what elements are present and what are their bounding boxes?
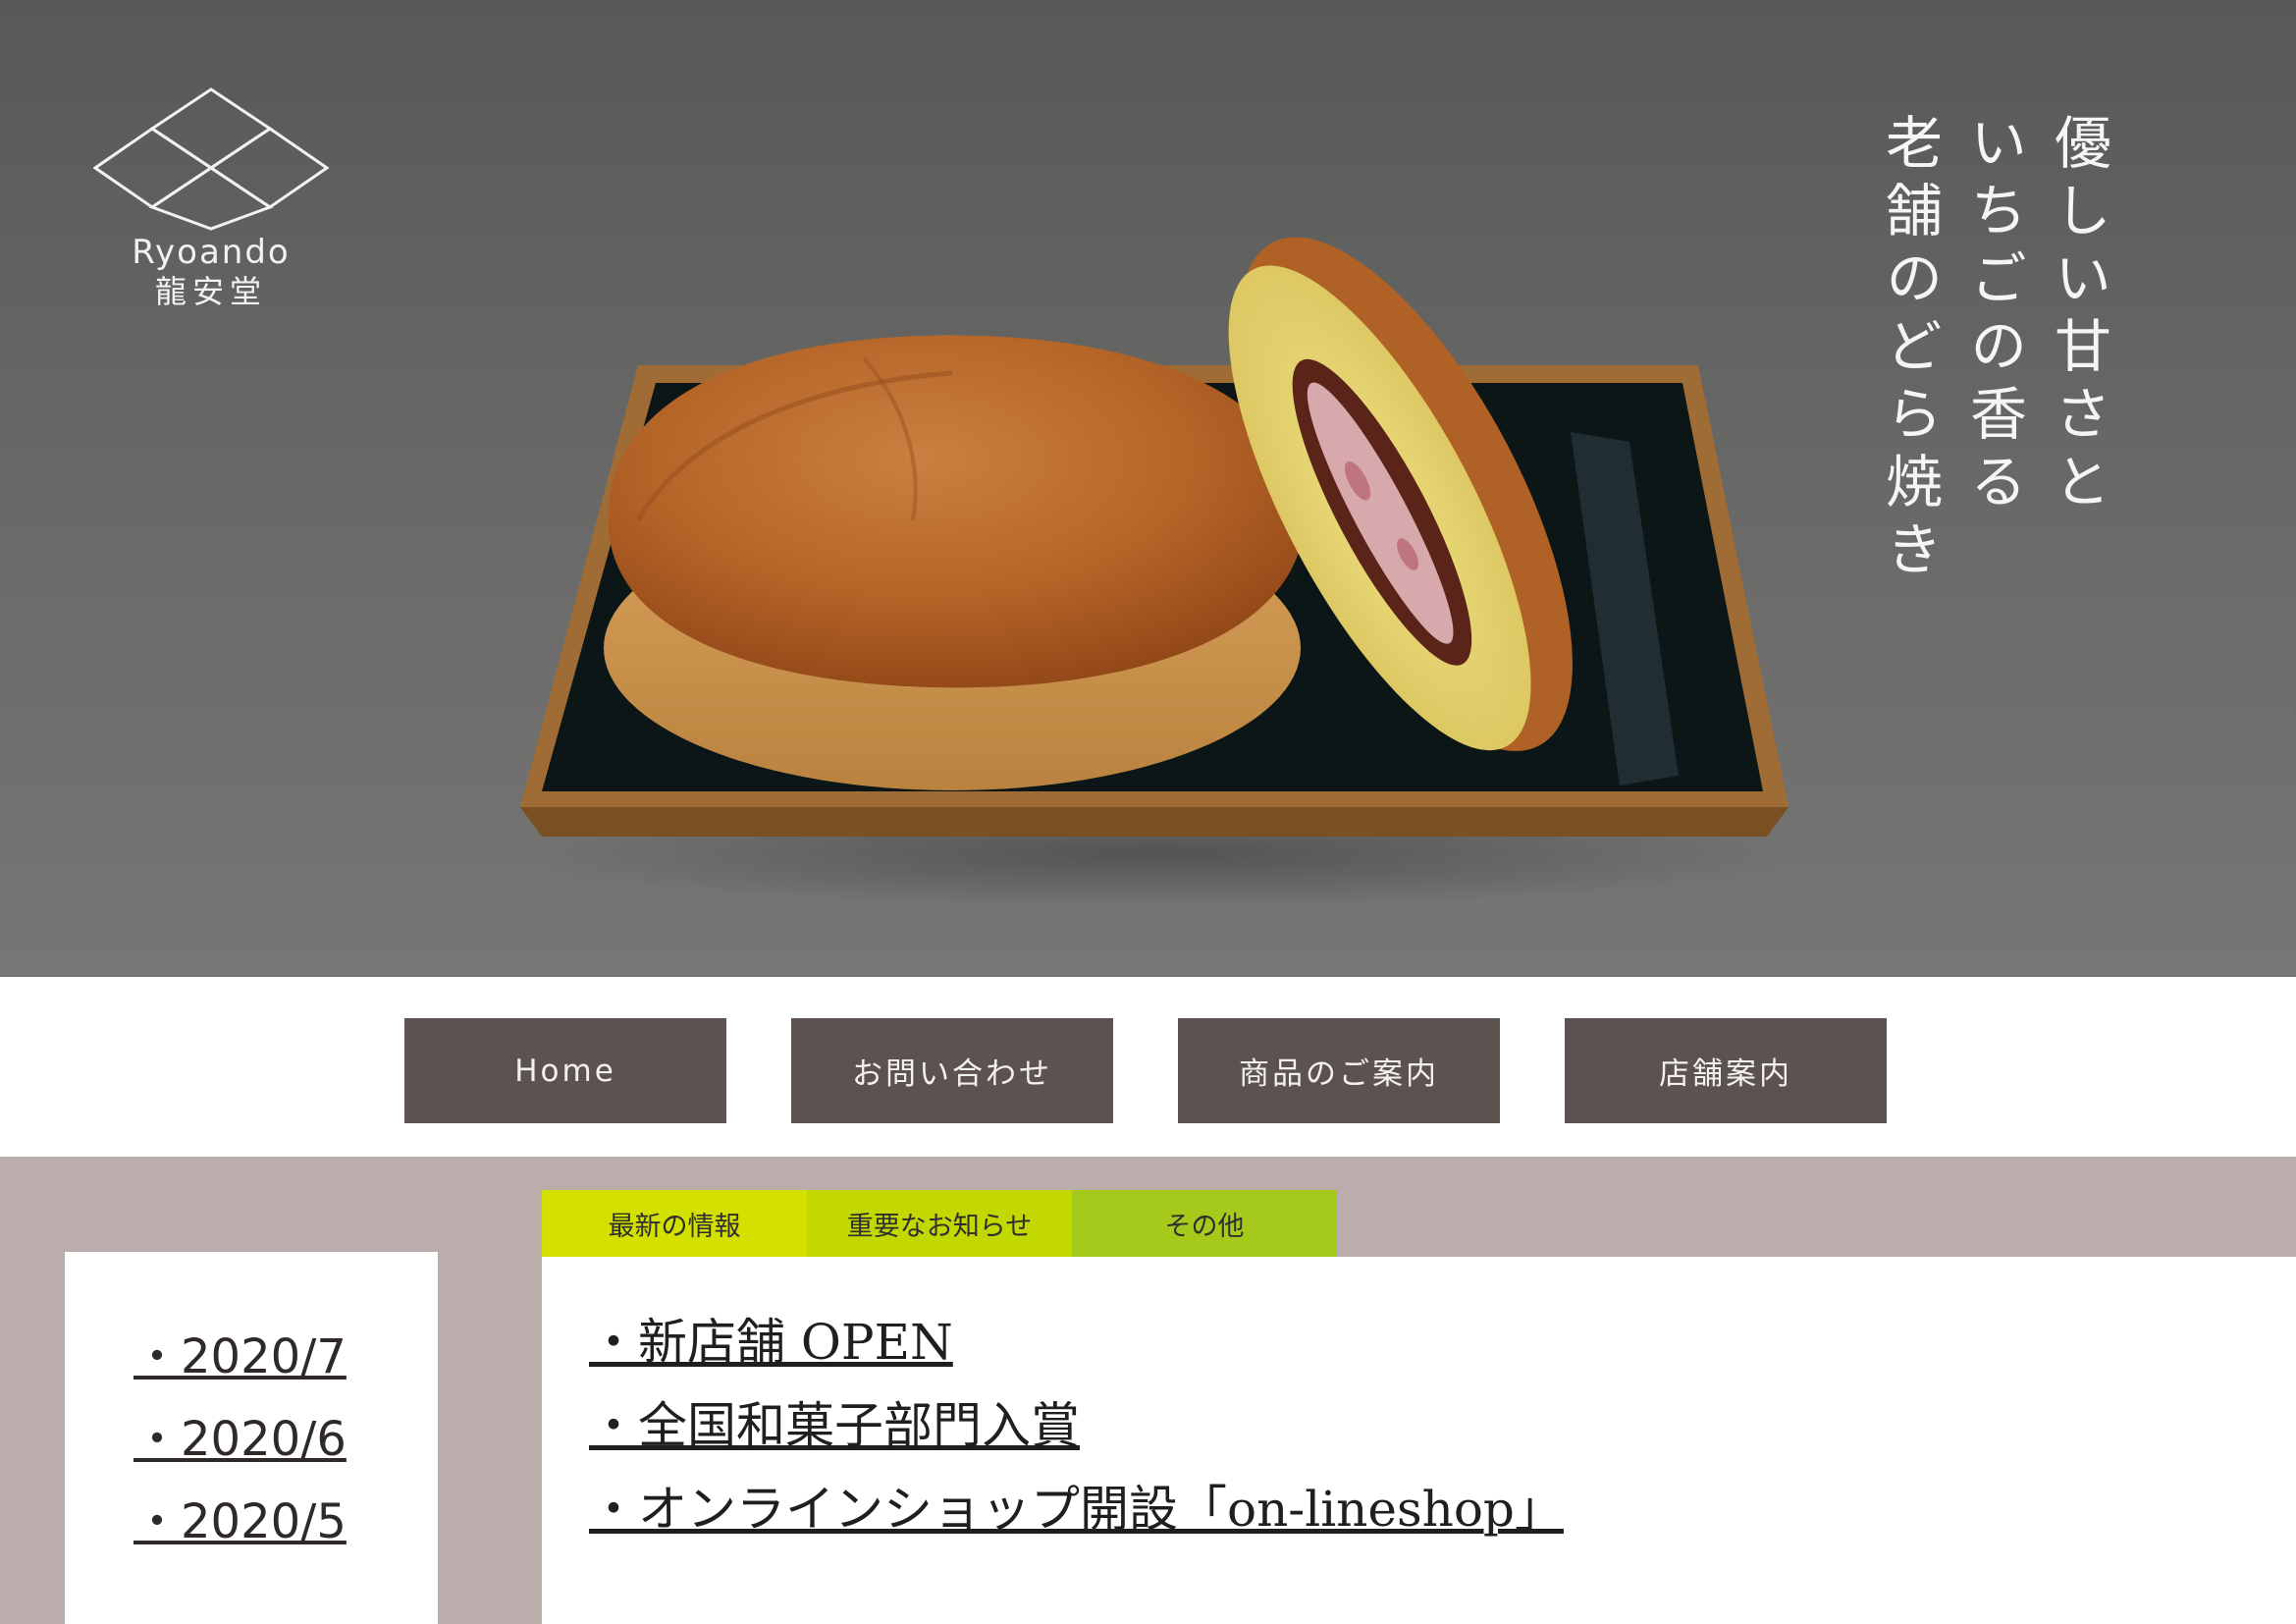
nav-products-button[interactable]: 商品のご案内	[1178, 1018, 1500, 1123]
hero-tagline: 優しい甘さと いちごの香る 老舗のどら焼き	[1855, 113, 2120, 820]
tab-other[interactable]: その他	[1072, 1190, 1337, 1257]
tagline-line-3: 老舗のどら焼き	[1876, 113, 1943, 587]
nav-home-button[interactable]: Home	[404, 1018, 726, 1123]
diamond-crest-icon	[93, 87, 329, 231]
brand-logo[interactable]: Ryoando 龍安堂	[88, 83, 334, 311]
nav-stores-button[interactable]: 店舗案内	[1565, 1018, 1887, 1123]
tab-latest-info[interactable]: 最新の情報	[542, 1190, 807, 1257]
news-link-new-store[interactable]: ・新店舗 OPEN	[589, 1301, 1564, 1384]
archive-sidebar: ・2020/7 ・2020/6 ・2020/5	[65, 1252, 438, 1624]
tagline-line-1: 優しい甘さと	[2045, 113, 2111, 519]
brand-name-ja: 龍安堂	[154, 273, 267, 310]
tagline-line-2: いちごの香る	[1960, 113, 2027, 519]
archive-link-2020-6[interactable]: ・2020/6	[133, 1398, 347, 1481]
archive-link-2020-7[interactable]: ・2020/7	[133, 1316, 347, 1398]
news-list: ・新店舗 OPEN ・全国和菓子部門入賞 ・オンラインショップ開設「on-lin…	[589, 1301, 1564, 1551]
main-navigation	[0, 977, 2296, 1157]
dorayaki-product-image	[520, 237, 1789, 908]
nav-contact-button[interactable]: お問い合わせ	[791, 1018, 1113, 1123]
news-link-online-shop[interactable]: ・オンラインショップ開設「on-lineshop」	[589, 1468, 1564, 1551]
archive-list: ・2020/7 ・2020/6 ・2020/5	[133, 1316, 347, 1563]
tab-important-notice[interactable]: 重要なお知らせ	[807, 1190, 1072, 1257]
hero-banner: Ryoando 龍安堂 優しい甘さと いちごの香る 老舗のどら焼き	[0, 0, 2296, 977]
archive-link-2020-5[interactable]: ・2020/5	[133, 1481, 347, 1563]
brand-name-en: Ryoando	[132, 233, 291, 272]
news-panel: ・新店舗 OPEN ・全国和菓子部門入賞 ・オンラインショップ開設「on-lin…	[542, 1257, 2296, 1624]
news-link-award[interactable]: ・全国和菓子部門入賞	[589, 1384, 1564, 1468]
